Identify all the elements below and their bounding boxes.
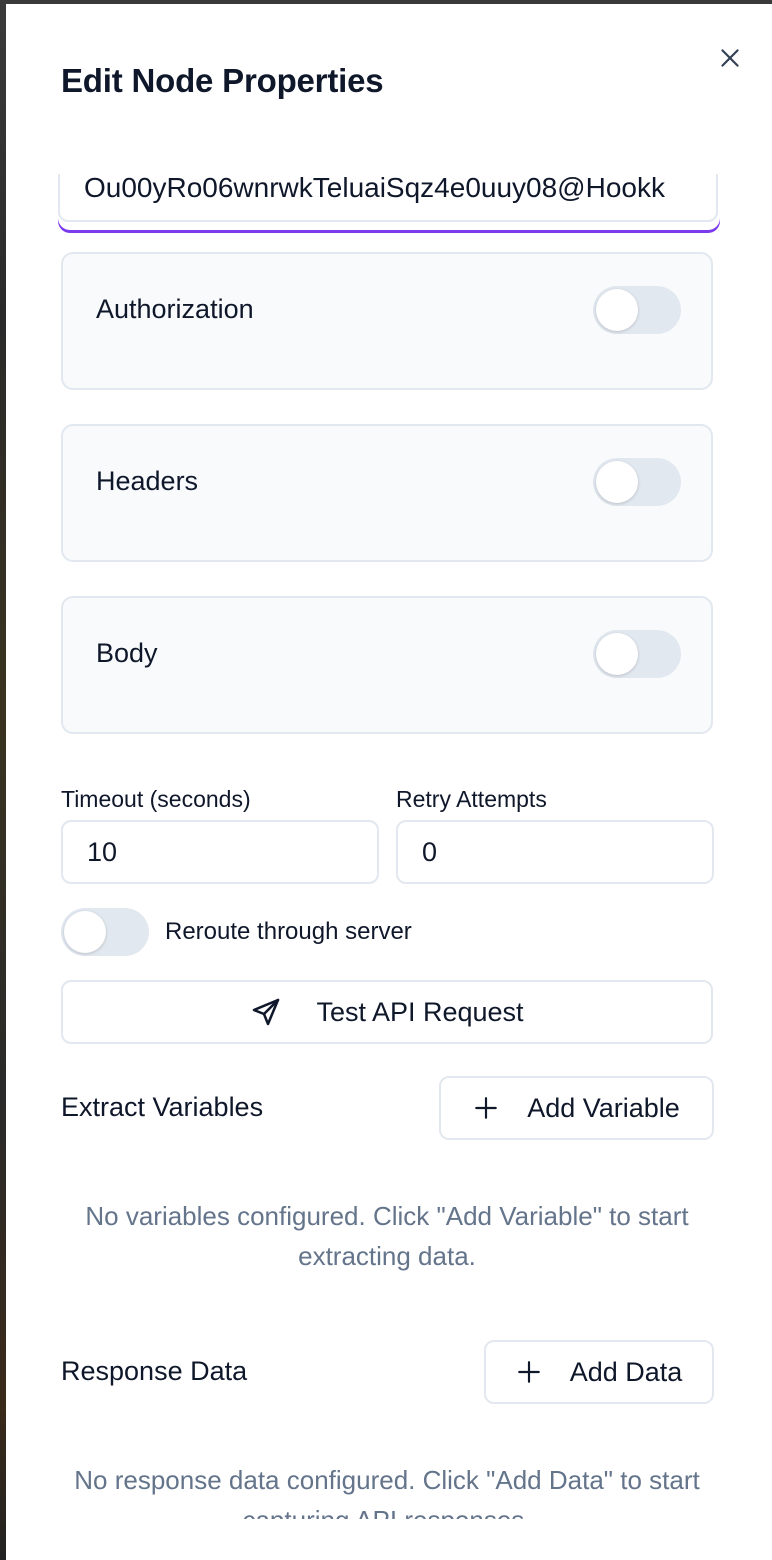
body-toggle[interactable]	[593, 630, 681, 678]
add-variable-button[interactable]: Add Variable	[439, 1076, 714, 1140]
headers-label: Headers	[96, 466, 199, 496]
body-label: Body	[96, 638, 158, 668]
timeout-input[interactable]	[61, 820, 379, 884]
retry-attempts-label: Retry Attempts	[396, 786, 547, 812]
toggle-knob	[596, 461, 638, 503]
toggle-knob	[596, 633, 638, 675]
edit-node-panel: Edit Node Properties Ou00yRo06wnrwkTelua…	[6, 4, 772, 1560]
variables-empty-text: No variables configured. Click "Add Vari…	[85, 1201, 689, 1271]
body-card: Body	[61, 596, 713, 734]
toggle-knob	[64, 911, 106, 953]
plus-icon	[516, 1359, 542, 1385]
add-data-label: Add Data	[569, 1356, 683, 1387]
add-data-button[interactable]: Add Data	[484, 1340, 714, 1404]
panel-scroll-area[interactable]: Ou00yRo06wnrwkTeluaiSqz4e0uuy08@Hookk Au…	[6, 174, 772, 1519]
url-field-wrapper: Ou00yRo06wnrwkTeluaiSqz4e0uuy08@Hookk	[58, 174, 720, 230]
close-icon	[721, 49, 739, 67]
headers-card: Headers	[61, 424, 713, 562]
page: Edit Node Properties Ou00yRo06wnrwkTelua…	[0, 0, 772, 1560]
close-button[interactable]	[712, 40, 748, 76]
plus-icon	[473, 1095, 499, 1121]
authorization-toggle[interactable]	[593, 286, 681, 334]
response-empty-text: No response data configured. Click "Add …	[74, 1465, 700, 1519]
headers-toggle[interactable]	[593, 458, 681, 506]
retry-attempts-input[interactable]	[396, 820, 714, 884]
panel-title: Edit Node Properties	[61, 62, 384, 99]
test-api-request-button[interactable]: Test API Request	[61, 980, 713, 1044]
reroute-label: Reroute through server	[165, 918, 412, 945]
test-api-request-label: Test API Request	[316, 996, 524, 1027]
add-variable-label: Add Variable	[527, 1092, 680, 1123]
authorization-label: Authorization	[96, 294, 254, 324]
authorization-card: Authorization	[61, 252, 713, 390]
reroute-toggle[interactable]	[61, 908, 149, 956]
url-input[interactable]: Ou00yRo06wnrwkTeluaiSqz4e0uuy08@Hookk	[58, 174, 718, 222]
extract-variables-title: Extract Variables	[61, 1092, 264, 1122]
timeout-label: Timeout (seconds)	[61, 786, 251, 812]
response-data-title: Response Data	[61, 1356, 248, 1386]
toggle-knob	[596, 289, 638, 331]
send-icon	[250, 996, 282, 1028]
